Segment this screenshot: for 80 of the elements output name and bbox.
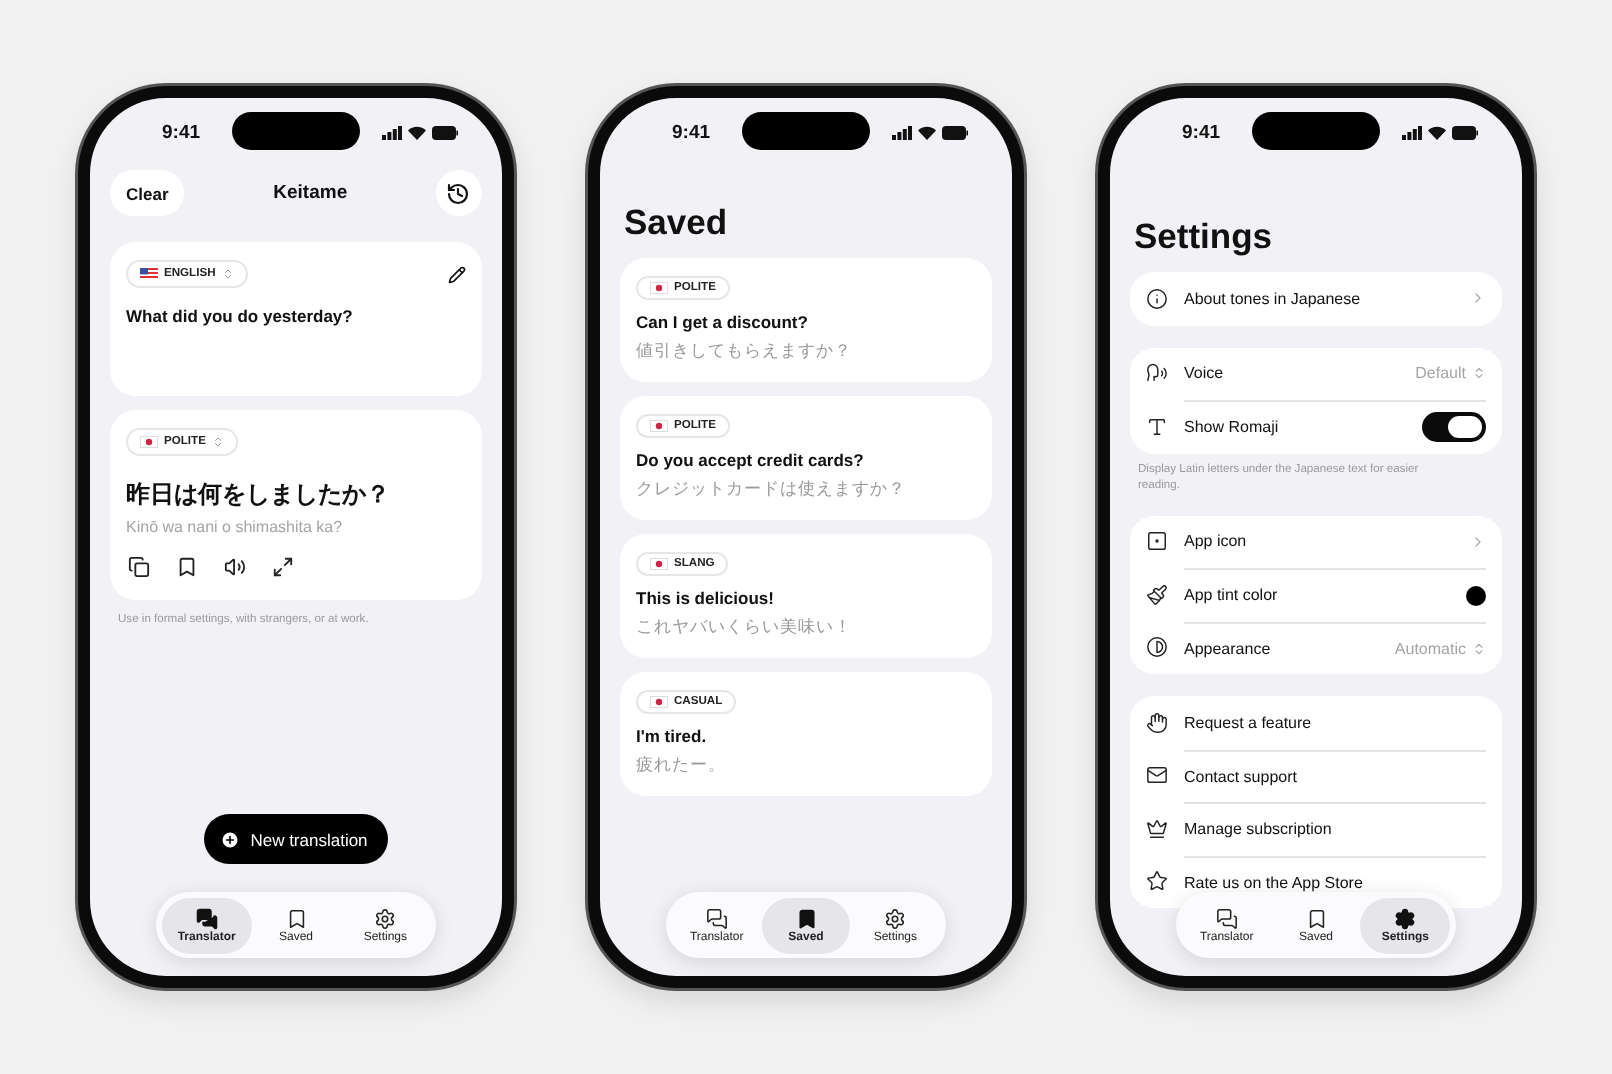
wifi-icon [1428, 125, 1446, 139]
setting-label[interactable]: Manage subscription [1184, 820, 1332, 839]
chat-bubbles-icon [705, 907, 728, 929]
english-phrase: This is delicious! [636, 588, 776, 608]
color-swatch[interactable] [1466, 585, 1486, 606]
settings-icon [1394, 907, 1417, 929]
japanese-phrase: 疲れたー。 [636, 754, 728, 778]
japanese-phrase: クレジットカードは使えますか？ [636, 478, 908, 502]
bookmark-icon [795, 907, 817, 929]
expand-icon[interactable] [272, 556, 294, 578]
plus-icon [220, 829, 241, 849]
setting-label[interactable]: App icon [1184, 532, 1247, 551]
info-icon [1146, 287, 1168, 310]
speaking-person-icon [1146, 362, 1168, 385]
camera-cutout [1252, 112, 1380, 150]
setting-label[interactable]: About tones in Japanese [1184, 289, 1361, 308]
crown-icon [1146, 817, 1168, 840]
hand-icon [1146, 711, 1168, 734]
chevron-right-icon [1470, 533, 1486, 550]
setting-label[interactable]: Appearance [1184, 639, 1271, 658]
new-translation-button[interactable]: New translation [204, 814, 388, 864]
up-down-chevron-icon [1472, 366, 1486, 381]
setting-label[interactable]: Request a feature [1184, 713, 1312, 732]
english-phrase: Can I get a discount? [636, 312, 810, 332]
camera-cutout [742, 112, 870, 150]
wifi-icon [918, 125, 936, 139]
english-phrase: I'm tired. [636, 726, 709, 746]
page-title: Settings [1132, 216, 1275, 258]
paintbrush-icon [1146, 583, 1168, 606]
status-time: 9:41 [1182, 121, 1221, 143]
bookmark-icon [285, 907, 307, 929]
page-title: Saved [622, 202, 730, 244]
history-icon [446, 181, 471, 205]
speaker-icon[interactable] [224, 556, 246, 578]
flag-icon [140, 268, 158, 280]
battery-icon [942, 125, 968, 139]
pencil-icon[interactable] [448, 265, 466, 283]
signal-icon [892, 125, 912, 139]
flag-icon [650, 420, 668, 432]
wifi-icon [408, 125, 426, 139]
signal-icon [382, 125, 402, 139]
status-time: 9:41 [672, 121, 711, 143]
japanese-phrase: これヤバいくらい美味い！ [636, 616, 854, 640]
bookmark-icon [1305, 907, 1327, 929]
toggle-switch[interactable] [1422, 412, 1486, 443]
status-time: 9:41 [162, 121, 201, 143]
battery-icon [432, 125, 458, 139]
translation-text: 昨日は何をしましたか？ [126, 478, 392, 512]
settings-icon [374, 907, 397, 929]
battery-icon [1452, 125, 1478, 139]
flag-icon [140, 436, 158, 448]
star-icon [1146, 870, 1168, 893]
mail-icon [1146, 764, 1168, 787]
setting-label[interactable]: Contact support [1184, 767, 1297, 786]
contrast-icon [1146, 636, 1168, 659]
setting-label[interactable]: App tint color [1184, 586, 1278, 605]
setting-label[interactable]: Show Romaji [1184, 418, 1279, 437]
app-square-icon [1146, 530, 1168, 553]
japanese-phrase: 値引きしてもらえますか？ [636, 340, 854, 364]
flag-icon [650, 282, 668, 294]
clear-button[interactable]: Clear [110, 170, 185, 216]
app-title: Keitame [273, 182, 348, 204]
setting-label[interactable]: Rate us on the App Store [1184, 873, 1363, 892]
chat-bubbles-icon [195, 907, 218, 929]
chevron-right-icon [1470, 290, 1486, 307]
flag-icon [650, 696, 668, 708]
settings-icon [884, 907, 907, 929]
chat-bubbles-icon [1215, 907, 1238, 929]
up-down-chevron-icon [1472, 641, 1486, 656]
history-button[interactable] [435, 170, 482, 216]
setting-label[interactable]: Voice [1184, 364, 1224, 383]
copy-icon[interactable] [128, 556, 150, 578]
source-text: What did you do yesterday? [126, 306, 355, 326]
bookmark-icon[interactable] [176, 556, 198, 578]
romaji-text: Kinō wa nani o shimashita ka? [126, 518, 345, 536]
flag-icon [650, 558, 668, 570]
signal-icon [1402, 125, 1422, 139]
english-phrase: Do you accept credit cards? [636, 450, 866, 470]
camera-cutout [232, 112, 360, 150]
letter-icon [1146, 415, 1168, 438]
